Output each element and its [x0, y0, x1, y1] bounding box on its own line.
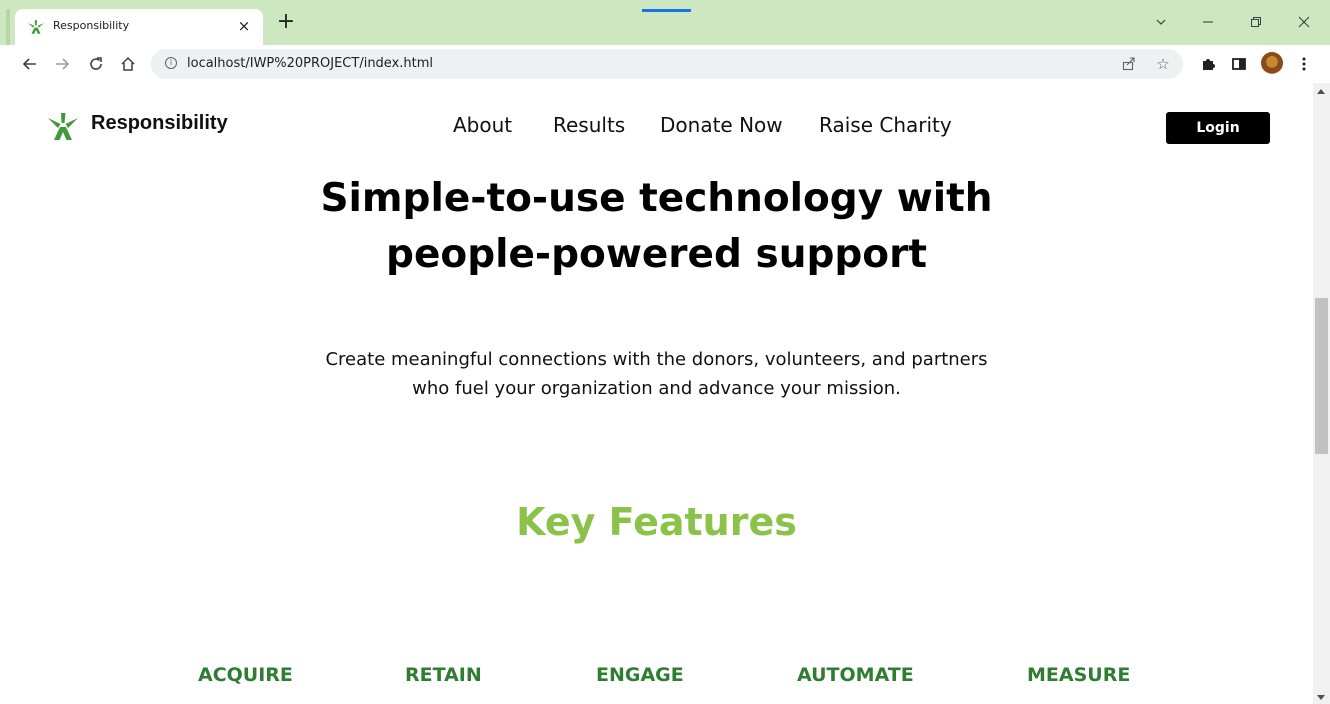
- hero-subtitle: Create meaningful connections with the d…: [0, 345, 1313, 403]
- extensions-icon[interactable]: [1198, 54, 1218, 74]
- scroll-up-arrow-icon[interactable]: [1317, 89, 1325, 94]
- back-icon[interactable]: [20, 54, 40, 74]
- brand-favicon-icon: [28, 20, 44, 34]
- feature-engage[interactable]: ENGAGE: [596, 664, 684, 686]
- hero-subtitle-line-1: Create meaningful connections with the d…: [325, 349, 988, 370]
- key-features-title: Key Features: [516, 500, 797, 544]
- page-scrollbar[interactable]: [1313, 83, 1330, 704]
- brand-logo-icon: [48, 113, 78, 140]
- reload-icon[interactable]: [86, 54, 106, 74]
- browser-toolbar: i localhost/IWP%20PROJECT/index.html ☆: [0, 45, 1330, 83]
- hero-title-line-2: people-powered support: [386, 232, 927, 277]
- menu-icon[interactable]: [1294, 54, 1314, 74]
- url-text[interactable]: localhost/IWP%20PROJECT/index.html: [187, 56, 433, 71]
- home-icon[interactable]: [118, 54, 138, 74]
- close-window-icon[interactable]: [1292, 12, 1316, 32]
- restore-icon[interactable]: [1244, 12, 1268, 32]
- side-panel-icon[interactable]: [1229, 54, 1249, 74]
- address-bar[interactable]: i localhost/IWP%20PROJECT/index.html ☆: [151, 49, 1183, 79]
- feature-automate[interactable]: AUTOMATE: [797, 664, 914, 686]
- feature-measure[interactable]: MEASURE: [1027, 664, 1130, 686]
- tab-title: Responsibility: [53, 19, 130, 32]
- new-tab-button[interactable]: +: [276, 11, 296, 33]
- nav-raise-charity[interactable]: Raise Charity: [819, 113, 952, 137]
- hero-title-line-1: Simple-to-use technology with: [320, 176, 993, 221]
- feature-acquire[interactable]: ACQUIRE: [198, 664, 293, 686]
- page-viewport: Responsibility About Results Donate Now …: [0, 83, 1313, 704]
- tab-edge: [6, 9, 10, 45]
- profile-avatar[interactable]: [1261, 52, 1283, 74]
- nav-about[interactable]: About: [453, 113, 512, 137]
- forward-icon[interactable]: [52, 54, 72, 74]
- scrollbar-thumb[interactable]: [1315, 298, 1328, 454]
- hero-subtitle-line-2: who fuel your organization and advance y…: [412, 378, 901, 399]
- scroll-down-arrow-icon[interactable]: [1317, 695, 1325, 700]
- brand-name[interactable]: Responsibility: [91, 112, 228, 135]
- browser-tab-strip: Responsibility × +: [0, 0, 1330, 45]
- browser-tab[interactable]: Responsibility ×: [15, 9, 263, 45]
- share-icon[interactable]: [1119, 54, 1139, 74]
- tab-drag-indicator: [642, 9, 691, 12]
- info-icon[interactable]: i: [165, 57, 177, 69]
- nav-results[interactable]: Results: [553, 113, 625, 137]
- hero-title: Simple-to-use technology with people-pow…: [0, 171, 1313, 283]
- star-icon[interactable]: ☆: [1153, 54, 1173, 74]
- feature-retain[interactable]: RETAIN: [405, 664, 482, 686]
- login-button[interactable]: Login: [1166, 112, 1270, 144]
- tab-close-icon[interactable]: ×: [235, 17, 253, 35]
- minimize-icon[interactable]: [1196, 12, 1220, 32]
- nav-donate-now[interactable]: Donate Now: [660, 113, 783, 137]
- tab-search-icon[interactable]: [1149, 12, 1173, 32]
